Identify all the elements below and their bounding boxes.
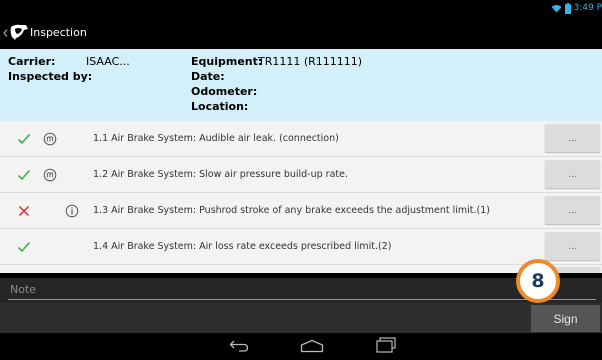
status-right: 3:49 P	[551, 1, 602, 15]
sign-bar: Sign	[0, 303, 602, 333]
step-badge: 8	[516, 259, 560, 303]
note-input[interactable]	[8, 280, 596, 300]
navigation-bar	[0, 333, 602, 360]
inspection-info-panel: Carrier: ISAAC... Inspected by: Equipmen…	[0, 49, 602, 121]
list-item[interactable]: 1.4 Air Brake System: Air loss rate exce…	[0, 229, 602, 265]
app-logo-icon[interactable]	[9, 23, 29, 41]
item-description: 1.1 Air Brake System: Audible air leak. …	[93, 133, 339, 144]
item-description: 1.4 Air Brake System: Air loss rate exce…	[93, 241, 392, 252]
status-bar: 3:49 P	[0, 0, 602, 16]
check-icon	[17, 169, 31, 181]
item-options-button[interactable]: ...	[545, 232, 600, 260]
list-item[interactable]: 1.3 Air Brake System: Pushrod stroke of …	[0, 193, 602, 229]
inspected-by-label: Inspected by:	[8, 70, 93, 83]
app-title: Inspection	[30, 26, 87, 39]
list-item-partial[interactable]	[0, 265, 602, 273]
clock: 3:49 P	[573, 3, 602, 13]
list-item[interactable]: 1.2 Air Brake System: Slow air pressure …	[0, 157, 602, 193]
note-bar	[0, 278, 602, 303]
action-bar: Inspection	[0, 16, 602, 49]
sign-button[interactable]: Sign	[531, 305, 600, 332]
x-icon	[18, 205, 30, 217]
wifi-icon	[551, 4, 561, 12]
carrier-label: Carrier:	[8, 55, 56, 68]
location-label: Location:	[191, 100, 249, 113]
item-options-button[interactable]: ...	[545, 124, 600, 152]
info-circle-icon[interactable]	[65, 204, 79, 218]
equipment-value: TR1111 (R111111)	[258, 55, 363, 68]
item-description: 1.2 Air Brake System: Slow air pressure …	[93, 169, 348, 180]
date-label: Date:	[191, 70, 225, 83]
carrier-value: ISAAC...	[86, 55, 130, 68]
home-nav-icon[interactable]	[300, 339, 324, 353]
check-icon	[17, 133, 31, 145]
m-circle-icon	[43, 168, 57, 182]
list-item[interactable]: 1.1 Air Brake System: Audible air leak. …	[0, 121, 602, 157]
back-nav-icon[interactable]	[229, 339, 249, 352]
inspection-item-list[interactable]: 1.1 Air Brake System: Audible air leak. …	[0, 121, 602, 273]
odometer-label: Odometer:	[191, 85, 258, 98]
equipment-label: Equipment:	[191, 55, 263, 68]
up-caret-icon[interactable]	[3, 29, 8, 37]
item-options-button[interactable]: ...	[545, 160, 600, 188]
item-description: 1.3 Air Brake System: Pushrod stroke of …	[93, 205, 490, 216]
battery-icon	[564, 2, 571, 14]
recent-apps-icon[interactable]	[376, 337, 396, 353]
item-options-button[interactable]: ...	[545, 196, 600, 224]
check-icon	[17, 241, 31, 253]
m-circle-icon	[43, 132, 57, 146]
